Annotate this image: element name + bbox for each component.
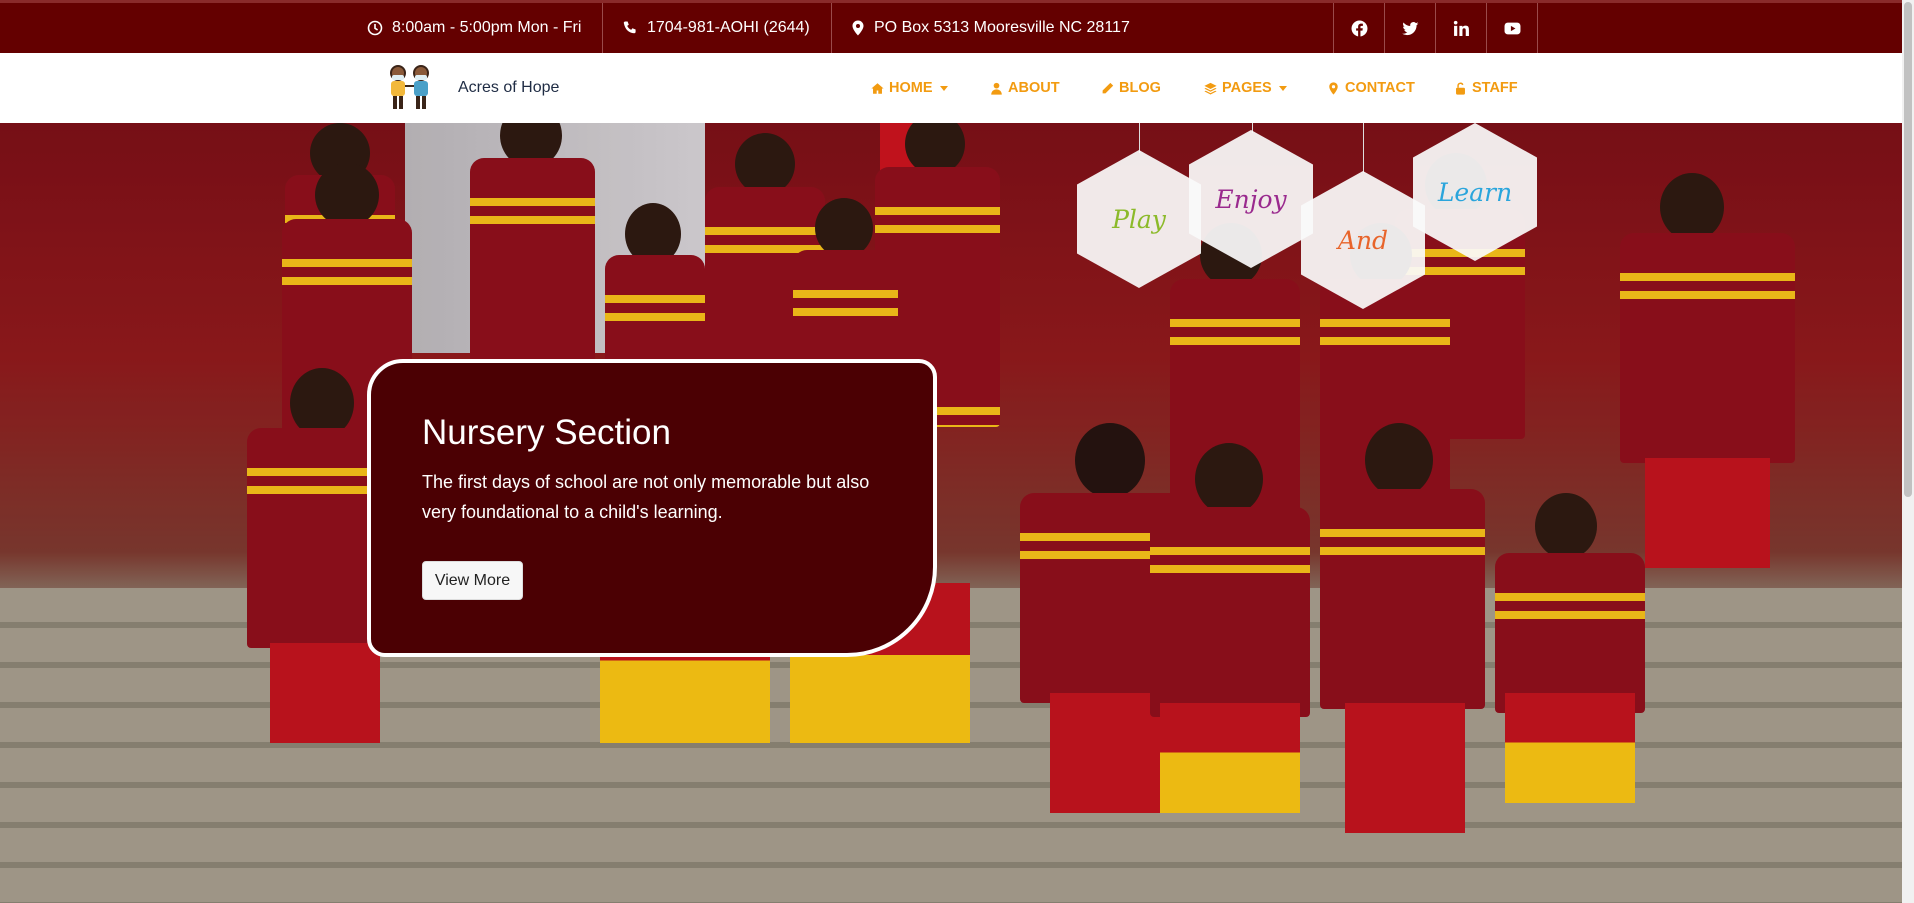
school-logo[interactable]	[383, 62, 439, 114]
top-info-bar: 8:00am - 5:00pm Mon - Fri 1704-981-AOHI …	[0, 0, 1902, 53]
clock-icon	[367, 20, 383, 36]
linkedin-icon	[1453, 20, 1469, 36]
twitter-icon	[1401, 21, 1418, 35]
layers-icon	[1204, 82, 1217, 95]
hours-info: 8:00am - 5:00pm Mon - Fri	[367, 3, 581, 53]
nav-blog[interactable]: BLOG	[1101, 53, 1161, 123]
phone-icon	[623, 21, 636, 34]
main-navbar: Acres of Hope HOME ABOUT BLOG PAGES CONT…	[0, 53, 1902, 124]
map-marker-icon	[1329, 81, 1338, 95]
twitter-link[interactable]	[1385, 3, 1435, 53]
hours-text: 8:00am - 5:00pm Mon - Fri	[392, 19, 582, 36]
unlock-icon	[1456, 82, 1465, 95]
youtube-link[interactable]	[1487, 3, 1537, 53]
chevron-down-icon	[1278, 85, 1287, 91]
hero-slider: Play Enjoy And Learn	[0, 123, 1902, 903]
hexagon-play-word: Play	[1112, 204, 1166, 234]
nav-pages[interactable]: PAGES	[1204, 53, 1287, 123]
facebook-icon	[1351, 20, 1367, 37]
nav-blog-label: BLOG	[1119, 80, 1161, 96]
view-more-button[interactable]: View More	[422, 561, 523, 600]
slide-description: The first days of school are not only me…	[422, 472, 870, 522]
nav-pages-label: PAGES	[1222, 80, 1272, 96]
nav-home[interactable]: HOME	[871, 53, 948, 123]
divider	[602, 3, 603, 53]
nav-staff[interactable]: STAFF	[1454, 53, 1518, 123]
chevron-down-icon	[939, 85, 948, 91]
divider	[831, 3, 832, 53]
map-marker-icon	[852, 20, 864, 36]
pencil-icon	[1102, 82, 1114, 93]
hexagon-and-word: And	[1337, 225, 1389, 255]
address-text: PO Box 5313 Mooresville NC 28117	[874, 19, 1130, 36]
brand-name[interactable]: Acres of Hope	[458, 53, 559, 123]
nav-about-label: ABOUT	[1008, 80, 1060, 96]
divider	[1537, 3, 1538, 53]
hexagon-learn-word: Learn	[1437, 177, 1513, 207]
phone-text: 1704-981-AOHI (2644)	[647, 19, 810, 36]
nav-home-label: HOME	[889, 80, 933, 96]
linkedin-link[interactable]	[1436, 3, 1486, 53]
nav-contact[interactable]: CONTACT	[1327, 53, 1415, 123]
user-icon	[991, 82, 1002, 95]
page-scrollbar-thumb[interactable]	[1904, 2, 1912, 497]
nav-about[interactable]: ABOUT	[990, 53, 1060, 123]
youtube-icon	[1504, 22, 1520, 34]
slide-title: Nursery Section	[422, 413, 671, 452]
nav-staff-label: STAFF	[1472, 80, 1518, 96]
address-info: PO Box 5313 Mooresville NC 28117	[851, 3, 1130, 53]
slide-caption-card: Nursery Section The first days of school…	[367, 359, 937, 657]
facebook-link[interactable]	[1334, 3, 1384, 53]
home-icon	[871, 82, 884, 94]
phone-info[interactable]: 1704-981-AOHI (2644)	[622, 3, 810, 53]
hexagon-enjoy-word: Enjoy	[1215, 184, 1287, 214]
nav-contact-label: CONTACT	[1345, 80, 1415, 96]
